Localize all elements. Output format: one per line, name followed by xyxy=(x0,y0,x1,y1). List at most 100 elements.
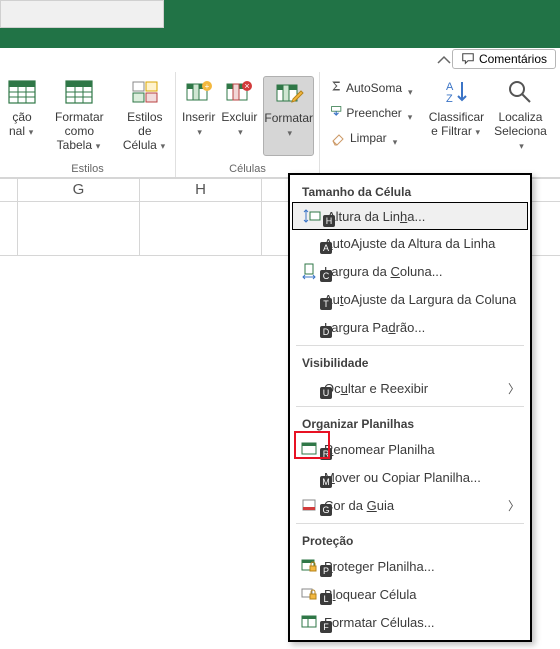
format-icon xyxy=(273,77,305,109)
menu-move-copy-sheet[interactable]: M Mover ou Copiar Planilha... xyxy=(290,463,530,491)
cell-styles-button[interactable]: Estilos de Célula xyxy=(121,76,169,156)
row-height-icon: H xyxy=(303,207,321,225)
chevron-down-icon xyxy=(94,138,102,146)
styles-group-label: Estilos xyxy=(6,163,169,177)
fill-button[interactable]: Preencher xyxy=(326,101,418,125)
t: Formatar como xyxy=(44,110,115,138)
t: AutoAjuste da Largura da Coluna xyxy=(324,292,516,307)
key: F xyxy=(320,621,332,633)
key: M xyxy=(320,476,332,488)
insert-button[interactable]: + Inserir xyxy=(182,76,215,156)
col-head-h[interactable]: H xyxy=(140,179,262,201)
t: Renomear Planilha xyxy=(324,442,435,457)
sort-icon: AZ xyxy=(440,76,472,108)
color-icon: G xyxy=(300,496,318,514)
search-icon xyxy=(504,76,536,108)
key: P xyxy=(320,565,332,577)
t: Ocultar e Reexibir xyxy=(324,381,428,396)
t: Excluir xyxy=(221,110,257,124)
t: Localiza xyxy=(498,110,542,124)
chevron-down-icon xyxy=(236,124,244,132)
t: Classificar xyxy=(429,110,484,124)
t: Formatar Células... xyxy=(324,615,435,630)
key: C xyxy=(320,270,332,282)
table-icon xyxy=(6,76,38,108)
format-dropdown-menu: Tamanho da Célula H Altura da Linha... A… xyxy=(288,173,532,642)
menu-hide-unhide[interactable]: U Ocultar e Reexibir 〉 xyxy=(290,374,530,402)
chevron-down-icon xyxy=(408,84,414,92)
t: e Filtrar xyxy=(431,124,472,138)
menu-header-cell-size: Tamanho da Célula xyxy=(290,179,530,203)
clear-button[interactable]: Limpar xyxy=(326,126,418,150)
lock-icon: L xyxy=(300,585,318,603)
menu-autofit-row[interactable]: A AutoAjuste da Altura da Linha xyxy=(290,229,530,257)
col-head-g[interactable]: G xyxy=(18,179,140,201)
blank-icon: D xyxy=(300,318,318,336)
svg-text:Z: Z xyxy=(446,93,453,105)
blank-icon: U xyxy=(300,379,318,397)
t: Mover ou Copiar Planilha... xyxy=(324,470,481,485)
sigma-icon xyxy=(330,80,342,96)
format-as-table-button[interactable]: Formatar como Tabela xyxy=(44,76,115,156)
t: Formatar xyxy=(264,111,313,125)
menu-tab-color[interactable]: G Cor da Guia 〉 xyxy=(290,491,530,519)
menu-default-width[interactable]: D Largura Padrão... xyxy=(290,313,530,341)
comments-label: Comentários xyxy=(479,52,547,66)
key: T xyxy=(320,298,332,310)
key: L xyxy=(320,593,332,605)
key: D xyxy=(320,326,332,338)
comments-button[interactable]: Comentários xyxy=(452,49,556,69)
key: U xyxy=(320,387,332,399)
conditional-format-button[interactable]: ção nal xyxy=(6,76,38,156)
t: AutoAjuste da Altura da Linha xyxy=(324,236,495,251)
t: AutoSoma xyxy=(346,81,402,95)
chevron-down-icon xyxy=(393,134,401,142)
svg-text:×: × xyxy=(245,81,250,91)
protect-icon: P xyxy=(300,557,318,575)
chevron-right-icon: 〉 xyxy=(508,497,520,514)
collapse-ribbon-icon[interactable] xyxy=(436,52,452,68)
t: nal xyxy=(9,124,25,138)
sort-filter-button[interactable]: AZ Classificar e Filtrar xyxy=(426,76,487,156)
chevron-down-icon xyxy=(517,138,525,146)
menu-lock-cell[interactable]: L Bloquear Célula xyxy=(290,580,530,608)
insert-icon: + xyxy=(183,76,215,108)
chevron-down-icon xyxy=(27,124,35,132)
menu-header-visibility: Visibilidade xyxy=(290,350,530,374)
cell-styles-icon xyxy=(129,76,161,108)
autosum-button[interactable]: AutoSoma xyxy=(326,76,418,100)
t: Altura da Linha... xyxy=(327,209,425,224)
chevron-down-icon xyxy=(286,125,294,133)
key: G xyxy=(320,504,332,516)
delete-button[interactable]: × Excluir xyxy=(221,76,257,156)
menu-protect-sheet[interactable]: P Proteger Planilha... xyxy=(290,552,530,580)
chevron-down-icon xyxy=(159,138,167,146)
menu-header-protection: Proteção xyxy=(290,528,530,552)
name-box[interactable] xyxy=(0,0,164,28)
svg-text:+: + xyxy=(204,82,209,91)
col-width-icon: C xyxy=(300,262,318,280)
highlight-annotation xyxy=(294,431,330,459)
blank-icon: T xyxy=(300,290,318,308)
svg-text:A: A xyxy=(446,81,454,93)
menu-column-width[interactable]: C Largura da Coluna... xyxy=(290,257,530,285)
blank-icon: M xyxy=(300,468,318,486)
key: H xyxy=(323,215,335,227)
chevron-down-icon xyxy=(474,124,482,132)
menu-format-cells[interactable]: F Formatar Células... xyxy=(290,608,530,636)
t: Proteger Planilha... xyxy=(324,559,435,574)
menu-row-height[interactable]: H Altura da Linha... xyxy=(292,202,528,230)
delete-icon: × xyxy=(223,76,255,108)
t: Tabela xyxy=(57,138,92,152)
menu-autofit-col[interactable]: T AutoAjuste da Largura da Coluna xyxy=(290,285,530,313)
t: Seleciona xyxy=(494,124,547,138)
t: Cor da Guia xyxy=(324,498,394,513)
chevron-down-icon xyxy=(196,124,204,132)
t: Inserir xyxy=(182,110,215,124)
t: Limpar xyxy=(350,131,387,145)
format-button[interactable]: Formatar xyxy=(263,76,314,156)
blank-icon: A xyxy=(300,234,318,252)
t: ção xyxy=(12,110,31,124)
t: Largura Padrão... xyxy=(324,320,425,335)
find-select-button[interactable]: Localiza Seleciona xyxy=(493,76,548,156)
